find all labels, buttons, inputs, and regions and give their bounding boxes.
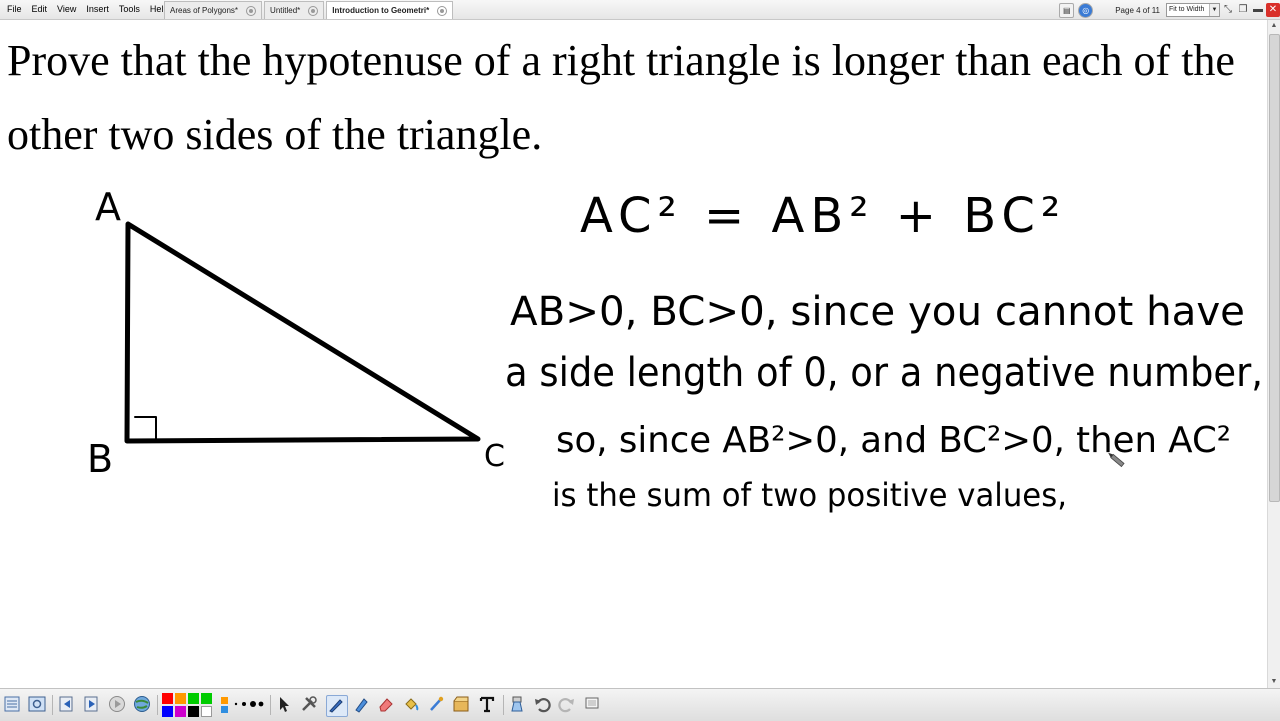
scroll-down-icon[interactable]: ▼ <box>1268 676 1280 688</box>
color-swatch-green[interactable] <box>188 693 199 704</box>
vertex-label-a: A <box>95 185 121 229</box>
vertex-label-b: B <box>87 437 113 481</box>
whiteboard-page[interactable]: Prove that the hypotenuse of a right tri… <box>0 20 1268 688</box>
right-triangle <box>124 221 481 444</box>
fullscreen-icon[interactable]: ⤡ <box>1221 3 1235 17</box>
eraser-icon[interactable] <box>377 695 397 715</box>
tab-close-icon[interactable] <box>308 5 319 16</box>
menu-edit[interactable]: Edit <box>27 0 53 19</box>
menu-tools[interactable]: Tools <box>114 0 145 19</box>
restore-icon[interactable]: ❐ <box>1236 3 1250 17</box>
chevron-down-icon: ▼ <box>1209 4 1219 16</box>
handwriting-line-3: a side length of 0, or a negative number… <box>505 350 1263 396</box>
handwriting-line-5: is the sum of two positive values, <box>552 476 1067 514</box>
tab-untitled[interactable]: Untitled* <box>264 1 325 19</box>
page-indicator: Page 4 of 11 <box>1115 5 1160 15</box>
tab-areas-of-polygons[interactable]: Areas of Polygons* <box>164 1 263 19</box>
menu-view[interactable]: View <box>52 0 81 19</box>
next-page-icon[interactable] <box>82 695 102 715</box>
clip-icon[interactable] <box>452 695 472 715</box>
tab-label: Untitled* <box>270 6 301 15</box>
tab-label: Introduction to Geometri* <box>332 6 430 15</box>
tab-label: Areas of Polygons* <box>170 6 239 15</box>
highlighter-icon[interactable] <box>352 695 372 715</box>
top-menu-bar: File Edit View Insert Tools Help Areas o… <box>0 0 1280 20</box>
handwriting-line-2: AB>0, BC>0, since you cannot have <box>510 289 1245 335</box>
color-swatch-red[interactable] <box>162 693 173 704</box>
handwriting-equation: AC² = AB² + BC² <box>580 188 1066 244</box>
accessibility-icon[interactable]: ◎ <box>1078 2 1094 18</box>
pen-size-icon[interactable] <box>220 695 264 715</box>
handwriting-line-4: so, since AB²>0, and BC²>0, then AC² <box>556 420 1231 461</box>
spotlight-icon[interactable] <box>508 695 528 715</box>
fill-icon[interactable] <box>402 695 422 715</box>
vertex-label-c: C <box>484 439 505 474</box>
drawing-layer: A B C AC² = AB² + BC² AB>0, BC>0, since … <box>87 185 1263 514</box>
document-icon[interactable] <box>3 695 23 715</box>
tab-close-icon[interactable] <box>246 5 257 16</box>
screen-icon[interactable] <box>583 695 603 715</box>
right-angle-mark <box>134 416 157 440</box>
toolbar-divider <box>52 695 53 715</box>
pen-icon[interactable] <box>326 695 348 717</box>
settings-icon[interactable] <box>28 695 48 715</box>
toolbar-divider <box>270 695 271 715</box>
color-swatch-white[interactable] <box>201 706 212 717</box>
color-swatch-orange[interactable] <box>175 693 186 704</box>
toolbar-divider <box>503 695 504 715</box>
stop-icon[interactable] <box>108 695 128 715</box>
window-tools: ▤ ◎ Page 4 of 11 Fit to Width ▼ ⤡ ❐ ▬ ✕ <box>1057 1 1280 19</box>
undo-icon[interactable] <box>533 695 553 715</box>
minimize-icon[interactable]: ▬ <box>1251 3 1265 17</box>
prev-page-icon[interactable] <box>57 695 77 715</box>
close-icon[interactable]: ✕ <box>1266 3 1280 17</box>
document-tabs: Areas of Polygons* Untitled* Introductio… <box>164 1 455 19</box>
menu-bar: File Edit View Insert Tools Help <box>2 0 173 19</box>
color-swatch-black[interactable] <box>188 706 199 717</box>
zoom-value: Fit to Width <box>1169 6 1205 13</box>
vertical-scrollbar[interactable]: ▲ ▼ <box>1267 20 1280 688</box>
toolbar-divider <box>157 695 158 715</box>
zoom-select[interactable]: Fit to Width ▼ <box>1166 3 1220 17</box>
color-swatch-lime[interactable] <box>201 693 212 704</box>
bottom-toolbar <box>0 688 1280 721</box>
scroll-thumb[interactable] <box>1269 34 1280 502</box>
scroll-up-icon[interactable]: ▲ <box>1268 20 1280 32</box>
color-swatch-magenta[interactable] <box>175 706 186 717</box>
select-arrow-icon[interactable] <box>275 695 295 715</box>
laser-pointer-icon[interactable] <box>427 695 447 715</box>
triangle-outline <box>124 221 481 444</box>
tab-close-icon[interactable] <box>437 5 448 16</box>
tools-icon[interactable] <box>300 695 320 715</box>
globe-icon[interactable] <box>133 695 153 715</box>
tab-introduction-to-geometry[interactable]: Introduction to Geometri* <box>326 1 454 19</box>
color-swatch-blue[interactable] <box>162 706 173 717</box>
menu-insert[interactable]: Insert <box>81 0 114 19</box>
page-sorter-icon[interactable]: ▤ <box>1059 2 1075 18</box>
text-icon[interactable] <box>478 695 498 715</box>
redo-icon[interactable] <box>558 695 578 715</box>
menu-file[interactable]: File <box>2 0 27 19</box>
